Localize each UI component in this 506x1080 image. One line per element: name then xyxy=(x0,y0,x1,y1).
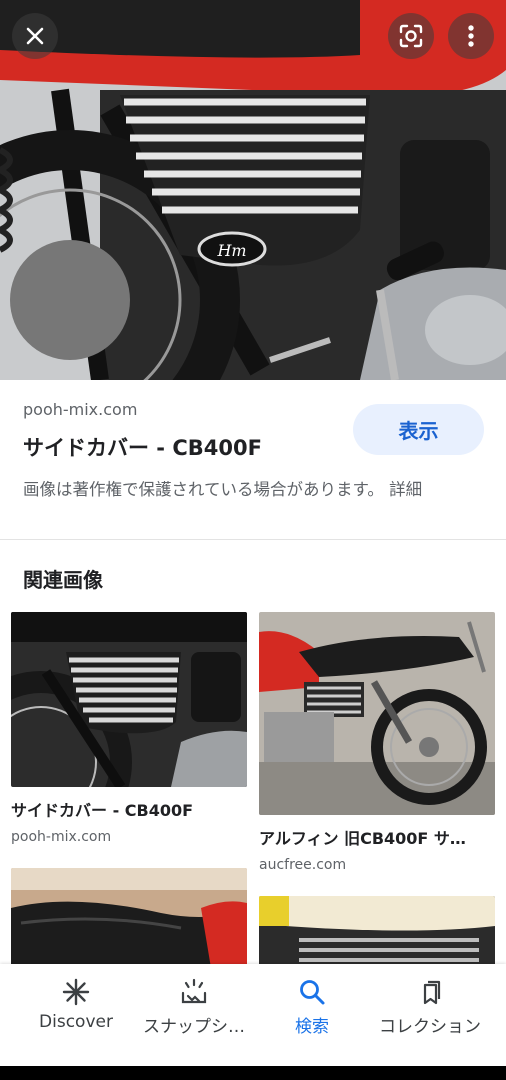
related-thumbnail[interactable] xyxy=(259,896,495,968)
nav-snapshot[interactable]: スナップシ… xyxy=(131,976,257,1037)
nav-search-label: 検索 xyxy=(295,1017,329,1037)
more-options-button[interactable] xyxy=(448,13,494,59)
related-item[interactable]: アルフィン 旧CB400F サ… aucfree.com xyxy=(259,612,495,873)
result-source[interactable]: pooh-mix.com xyxy=(23,400,137,419)
related-item-title: サイドカバー - CB400F xyxy=(11,801,194,820)
collections-icon xyxy=(423,980,441,1005)
hero-badge-text: Hm xyxy=(216,241,246,260)
divider xyxy=(0,539,506,540)
bottom-navigation: Discover スナップシ… 検索 コレクション xyxy=(0,964,506,1066)
search-icon xyxy=(300,980,325,1005)
hero-motorcycle-photo: Hm xyxy=(0,0,506,380)
related-item-source: pooh-mix.com xyxy=(11,829,112,845)
related-item[interactable] xyxy=(11,868,247,968)
close-icon xyxy=(26,27,44,45)
related-images-heading: 関連画像 xyxy=(23,568,103,592)
more-vert-icon xyxy=(468,25,474,47)
copyright-notice[interactable]: 画像は著作権で保護されている場合があります。 詳細 xyxy=(23,476,491,503)
close-button[interactable] xyxy=(12,13,58,59)
related-thumbnail[interactable] xyxy=(11,612,247,787)
nav-snapshot-label: スナップシ… xyxy=(143,1017,245,1037)
result-title[interactable]: サイドカバー - CB400F xyxy=(23,432,262,462)
related-item-title: アルフィン 旧CB400F サ… xyxy=(259,829,466,848)
google-lens-icon xyxy=(399,24,423,48)
nav-discover-label: Discover xyxy=(39,1012,113,1032)
hero-image[interactable]: Hm xyxy=(0,0,506,380)
related-thumbnail-image xyxy=(11,868,247,968)
related-item[interactable] xyxy=(259,896,495,968)
related-thumbnail[interactable] xyxy=(11,868,247,968)
related-item[interactable]: サイドカバー - CB400F pooh-mix.com xyxy=(11,612,247,845)
nav-collections-label: コレクション xyxy=(379,1017,481,1037)
related-item-source: aucfree.com xyxy=(259,857,347,873)
related-thumbnail-image xyxy=(11,612,247,787)
system-navigation-bar xyxy=(0,1066,506,1080)
nav-discover[interactable]: Discover xyxy=(13,976,139,1032)
nav-collections[interactable]: コレクション xyxy=(367,976,493,1037)
related-thumbnail-image xyxy=(259,612,495,815)
nav-search[interactable]: 検索 xyxy=(249,976,375,1037)
snapshot-icon xyxy=(181,978,207,1004)
related-thumbnail[interactable] xyxy=(259,612,495,815)
google-lens-button[interactable] xyxy=(388,13,434,59)
view-button[interactable]: 表示 xyxy=(353,404,484,455)
asterisk-icon xyxy=(62,978,90,1006)
related-thumbnail-image xyxy=(259,896,495,968)
